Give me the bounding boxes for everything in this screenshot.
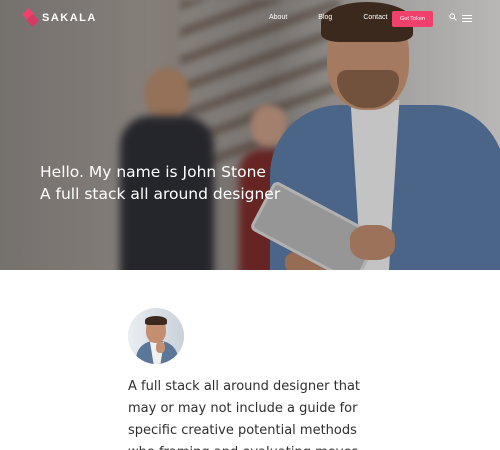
logo-mark-icon [24,9,38,27]
hero-image [0,0,500,270]
logo-text: SAKALA [42,12,97,24]
bio-text: A full stack all around designer that ma… [128,379,361,450]
search-icon[interactable] [449,13,457,21]
nav-item-blog[interactable]: Blog [318,14,332,21]
nav-item-home[interactable] [222,14,238,21]
hero-greeting: Hello. My name is John Stone [40,163,266,181]
hero-tagline: A full stack all around designer [40,185,281,203]
nav-links: About Blog Contact [222,14,418,21]
hero-heading: Hello. My name is John Stone A full stac… [40,161,280,205]
avatar [128,308,184,364]
nav-item-about[interactable]: About [269,14,287,21]
nav-item-contact[interactable]: Contact [363,14,387,21]
logo[interactable]: SAKALA [24,9,97,27]
menu-icon[interactable] [462,15,472,23]
get-token-button[interactable]: Get Token [392,11,433,27]
top-navigation: SAKALA About Blog Contact Get Token [0,0,500,36]
